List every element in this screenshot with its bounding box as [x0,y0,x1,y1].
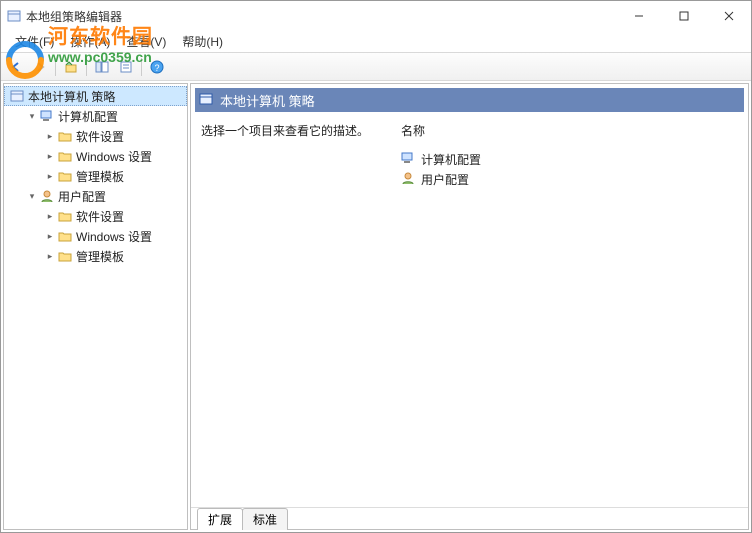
main-pane: 本地计算机 策略 选择一个项目来查看它的描述。 名称 计算机配置 [190,83,749,530]
tab-extended[interactable]: 扩展 [197,508,243,530]
title-bar: 本地组策略编辑器 [1,1,751,31]
toolbar-separator [86,58,87,76]
caret-right-icon[interactable]: ▸ [44,230,56,242]
up-button[interactable] [60,56,82,78]
tree-item-label: 软件设置 [76,208,124,225]
forward-button[interactable] [29,56,51,78]
menu-view[interactable]: 查看(V) [118,31,174,52]
view-tabs: 扩展 标准 [191,507,748,529]
content-header-title: 本地计算机 策略 [220,91,315,110]
tree-item[interactable]: ▸ Windows 设置 [40,146,187,166]
minimize-button[interactable] [616,1,661,31]
caret-right-icon[interactable]: ▸ [44,210,56,222]
list-item-user[interactable]: 用户配置 [401,169,738,189]
tree-item-label: 管理模板 [76,168,124,185]
back-button[interactable] [5,56,27,78]
window-title: 本地组策略编辑器 [26,8,616,25]
menu-bar: 文件(F) 操作(A) 查看(V) 帮助(H) [1,31,751,53]
menu-help[interactable]: 帮助(H) [174,31,231,52]
caret-right-icon[interactable]: ▸ [44,250,56,262]
user-icon [401,171,417,187]
window: 本地组策略编辑器 文件(F) 操作(A) 查看(V) 帮助(H) [0,0,752,533]
tree-item[interactable]: ▸ 管理模板 [40,166,187,186]
folder-icon [57,208,73,224]
tree-item[interactable]: ▸ 软件设置 [40,206,187,226]
tree-user-config[interactable]: ▾ 用户配置 [22,186,187,206]
policy-icon [199,92,215,108]
policy-icon [9,88,25,104]
caret-down-icon[interactable]: ▾ [26,190,38,202]
tree-item[interactable]: ▸ 管理模板 [40,246,187,266]
svg-text:?: ? [154,63,159,73]
maximize-button[interactable] [661,1,706,31]
tree-item-label: 管理模板 [76,248,124,265]
content-header: 本地计算机 策略 [195,88,744,112]
list-item-label: 用户配置 [421,171,469,188]
tree-pane[interactable]: 本地计算机 策略 ▾ 计算机配置 [3,83,188,530]
tree-item-label: Windows 设置 [76,228,152,245]
caret-right-icon[interactable]: ▸ [44,130,56,142]
tree-root-label: 本地计算机 策略 [28,88,115,105]
menu-file[interactable]: 文件(F) [7,31,62,52]
folder-icon [57,128,73,144]
tab-standard[interactable]: 标准 [242,508,288,530]
list-item-computer[interactable]: 计算机配置 [401,149,738,169]
list-column: 名称 计算机配置 用户配置 [401,122,738,501]
tree-item-label: Windows 设置 [76,148,152,165]
user-icon [39,188,55,204]
caret-right-icon[interactable]: ▸ [44,170,56,182]
list-item-label: 计算机配置 [421,151,481,168]
folder-icon [57,168,73,184]
tree-root[interactable]: 本地计算机 策略 [4,86,187,106]
toolbar-separator [55,58,56,76]
tree-item[interactable]: ▸ Windows 设置 [40,226,187,246]
tree-item-label: 软件设置 [76,128,124,145]
folder-icon [57,148,73,164]
computer-icon [401,151,417,167]
menu-action[interactable]: 操作(A) [62,31,118,52]
folder-icon [57,248,73,264]
help-button[interactable]: ? [146,56,168,78]
folder-icon [57,228,73,244]
tree-item[interactable]: ▸ 软件设置 [40,126,187,146]
caret-down-icon[interactable]: ▾ [26,110,38,122]
body-area: 本地计算机 策略 ▾ 计算机配置 [1,81,751,532]
policy-tree: 本地计算机 策略 ▾ 计算机配置 [4,86,187,266]
close-button[interactable] [706,1,751,31]
properties-button[interactable] [115,56,137,78]
caret-right-icon[interactable]: ▸ [44,150,56,162]
tree-item-label: 计算机配置 [58,108,118,125]
tree-item-label: 用户配置 [58,188,106,205]
show-hide-tree-button[interactable] [91,56,113,78]
app-icon [7,9,21,23]
list-column-header[interactable]: 名称 [401,122,738,145]
computer-icon [39,108,55,124]
window-controls [616,1,751,31]
description-text: 选择一个项目来查看它的描述。 [201,124,369,138]
toolbar-separator [141,58,142,76]
toolbar: ? [1,53,751,81]
tree-computer-config[interactable]: ▾ 计算机配置 [22,106,187,126]
content-body: 选择一个项目来查看它的描述。 名称 计算机配置 用户配置 [191,116,748,507]
description-column: 选择一个项目来查看它的描述。 [201,122,401,501]
